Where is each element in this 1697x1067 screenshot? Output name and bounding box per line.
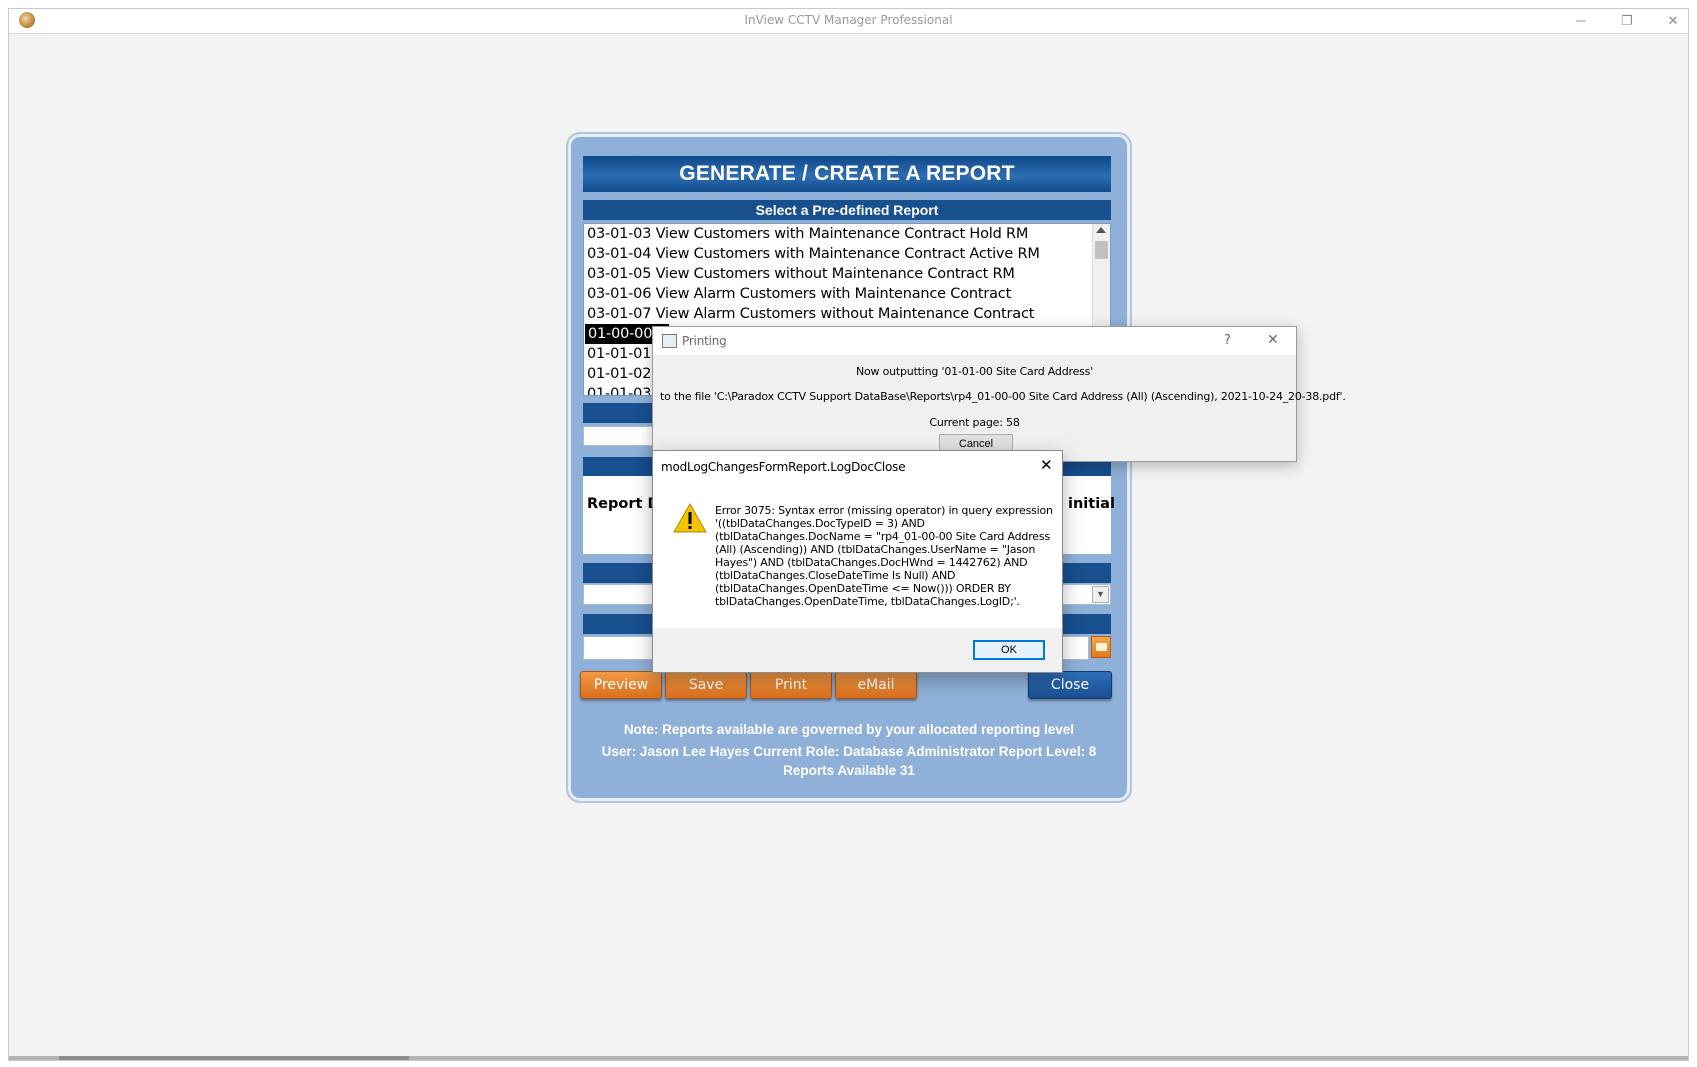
email-button[interactable]: eMail: [835, 671, 917, 699]
report-field[interactable]: [583, 426, 653, 446]
close-button[interactable]: Close: [1028, 671, 1112, 699]
current-page: Current page: 58: [929, 416, 1020, 429]
scrollbar-thumb[interactable]: [59, 1056, 409, 1060]
user-info: User: Jason Lee Hayes Current Role: Data…: [601, 744, 1097, 759]
print-button[interactable]: Print: [750, 671, 832, 699]
close-icon[interactable]: ✕: [1267, 332, 1279, 348]
list-item[interactable]: 03-01-06 View Alarm Customers with Maint…: [587, 284, 1011, 304]
reports-available: Reports Available 31: [783, 763, 915, 778]
error-line: (All) (Ascending)) AND (tblDataChanges.U…: [715, 543, 1036, 556]
error-line: tblDataChanges.OpenDateTime, tblDataChan…: [715, 595, 1020, 608]
close-icon[interactable]: ✕: [1040, 456, 1053, 474]
description-section-bar: [583, 457, 653, 477]
form-header: GENERATE / CREATE A REPORT: [583, 156, 1111, 192]
printing-file-path: to the file 'C:\Paradox CCTV Support Dat…: [660, 390, 1346, 403]
error-line: (tblDataChanges.CloseDateTime Is Null) A…: [715, 569, 956, 582]
list-item[interactable]: 03-01-07 View Alarm Customers without Ma…: [587, 304, 1034, 324]
error-title: modLogChangesFormReport.LogDocClose: [661, 460, 906, 474]
preview-button[interactable]: Preview: [580, 671, 662, 699]
list-item[interactable]: 03-01-03 View Customers with Maintenance…: [587, 224, 1028, 244]
title-bar: InView CCTV Manager Professional ─ ❐ ✕: [9, 9, 1688, 34]
warning-icon: [673, 502, 707, 538]
save-button[interactable]: Save: [665, 671, 747, 699]
error-line: '((tblDataChanges.DocTypeID = 3) AND: [715, 517, 925, 530]
error-line: Hayes") AND (tblDataChanges.DocHWnd = 14…: [715, 556, 1028, 569]
printing-title-bar: Printing ? ✕: [653, 327, 1296, 355]
list-item[interactable]: 03-01-05 View Customers without Maintena…: [587, 264, 1015, 284]
list-item[interactable]: 03-01-04 View Customers with Maintenance…: [587, 244, 1040, 264]
error-line: Error 3075: Syntax error (missing operat…: [715, 504, 1053, 517]
error-line: (tblDataChanges.OpenDateTime <= Now())) …: [715, 582, 1011, 595]
printer-icon: [662, 334, 677, 348]
printing-title: Printing: [682, 334, 727, 348]
restore-icon[interactable]: ❐: [1604, 9, 1650, 33]
report-level-note: Note: Reports available are governed by …: [623, 722, 1075, 737]
report-description-text: initial: [1068, 496, 1115, 512]
window-title: InView CCTV Manager Professional: [744, 13, 953, 27]
error-message: Error 3075: Syntax error (missing operat…: [715, 504, 1055, 608]
minimize-icon[interactable]: ─: [1558, 9, 1604, 33]
section-bar: [583, 403, 653, 423]
error-dialog: modLogChangesFormReport.LogDocClose ✕ Er…: [652, 450, 1063, 673]
close-window-icon[interactable]: ✕: [1650, 9, 1696, 33]
scroll-thumb[interactable]: [1095, 241, 1108, 259]
scroll-up-icon[interactable]: [1096, 227, 1106, 233]
folder-icon[interactable]: [1091, 636, 1111, 658]
printing-status: Now outputting '01-01-00 Site Card Addre…: [855, 365, 1094, 378]
ok-button[interactable]: OK: [973, 640, 1045, 660]
chevron-down-icon[interactable]: ▼: [1092, 586, 1109, 603]
list-title-bar: Select a Pre-defined Report: [583, 200, 1111, 220]
printing-dialog: Printing ? ✕ Now outputting '01-01-00 Si…: [652, 326, 1346, 462]
error-line: (tblDataChanges.DocName = "rp4_01-00-00 …: [715, 530, 1050, 543]
help-icon[interactable]: ?: [1224, 333, 1231, 348]
